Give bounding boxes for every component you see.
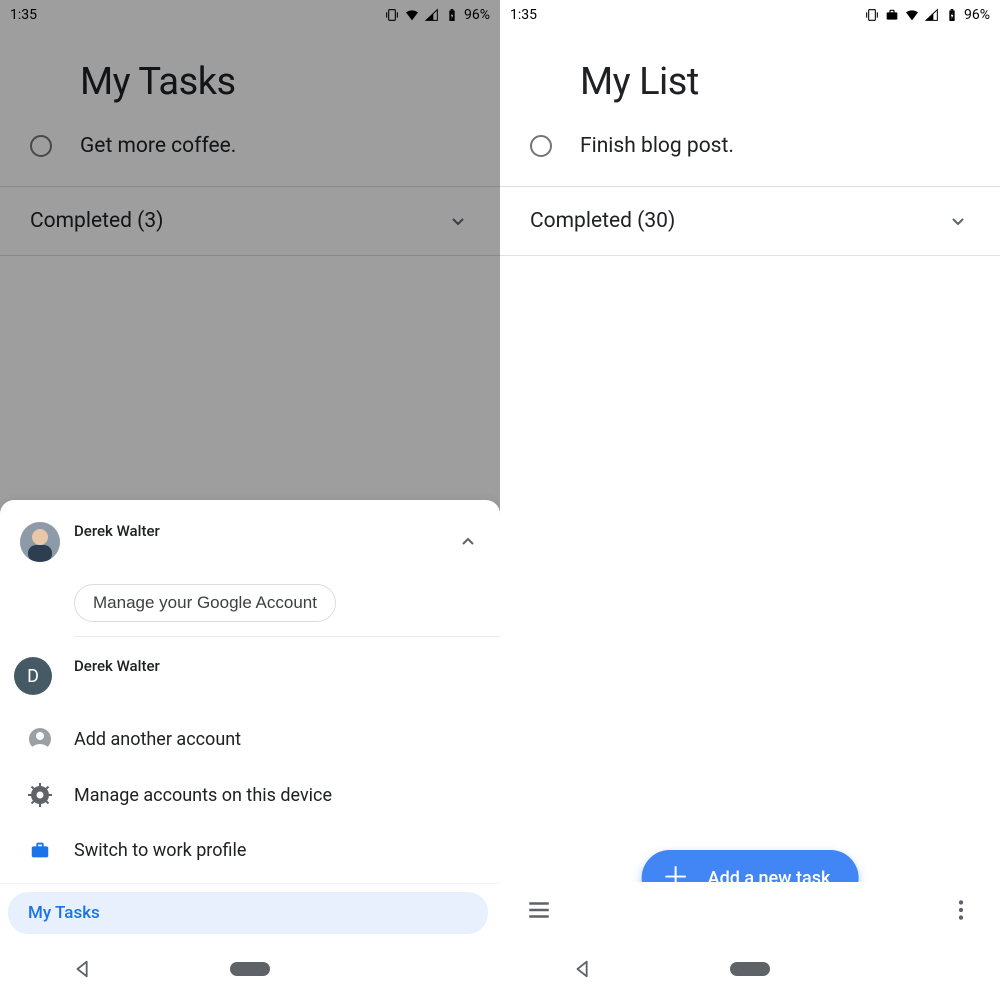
battery-icon — [944, 7, 960, 23]
completed-section-header[interactable]: Completed (30) — [500, 187, 1000, 255]
statusbar-battery-pct: 96% — [964, 7, 990, 23]
more-icon[interactable] — [948, 897, 974, 923]
menu-icon[interactable] — [526, 897, 552, 923]
primary-account-name: Derek Walter — [74, 522, 456, 540]
add-account-label: Add another account — [74, 729, 241, 750]
page-title: My List — [500, 30, 1000, 134]
primary-account-row[interactable]: Derek Walter — [0, 518, 500, 572]
manage-accounts-label: Manage accounts on this device — [74, 785, 332, 806]
switch-work-profile-row[interactable]: Switch to work profile — [0, 823, 500, 883]
statusbar-time: 1:35 — [510, 7, 537, 23]
android-nav-bar — [500, 938, 1000, 1000]
primary-account-email — [74, 543, 456, 560]
manage-accounts-row[interactable]: Manage accounts on this device — [0, 767, 500, 823]
nav-home-button[interactable] — [720, 962, 780, 976]
briefcase-icon — [884, 7, 900, 23]
bottom-app-bar — [500, 882, 1000, 938]
android-nav-bar — [0, 938, 500, 1000]
secondary-avatar: D — [14, 657, 52, 695]
vibrate-icon — [864, 7, 880, 23]
signal-icon — [924, 7, 940, 23]
right-pane: 1:35 96% My List Finish blog post. Compl… — [500, 0, 1000, 1000]
account-bottom-sheet: Derek Walter Manage your Google Account … — [0, 500, 500, 883]
gear-icon — [20, 783, 60, 807]
secondary-account-row[interactable]: D Derek Walter — [0, 637, 500, 711]
chevron-down-icon — [946, 209, 970, 233]
task-row[interactable]: Finish blog post. — [500, 134, 1000, 186]
person-icon — [20, 727, 60, 751]
divider — [500, 255, 1000, 256]
chevron-up-icon[interactable] — [456, 530, 480, 554]
nav-back-button[interactable] — [553, 958, 613, 980]
task-checkbox[interactable] — [530, 135, 552, 157]
manage-google-account-button[interactable]: Manage your Google Account — [74, 584, 336, 622]
primary-avatar — [20, 522, 60, 562]
briefcase-icon — [20, 839, 60, 861]
wifi-icon — [904, 7, 920, 23]
task-text: Finish blog post. — [580, 134, 734, 158]
list-chip-my-tasks[interactable]: My Tasks — [8, 892, 488, 934]
nav-home-button[interactable] — [220, 962, 280, 976]
secondary-account-email — [74, 678, 160, 695]
completed-label: Completed (30) — [530, 209, 675, 233]
status-bar: 1:35 96% — [500, 0, 1000, 30]
secondary-account-name: Derek Walter — [74, 657, 160, 675]
left-pane: 1:35 96% My Tasks Get more coffee. Compl… — [0, 0, 500, 1000]
nav-back-button[interactable] — [53, 958, 113, 980]
add-another-account-row[interactable]: Add another account — [0, 711, 500, 767]
switch-work-label: Switch to work profile — [74, 840, 246, 861]
list-switcher-bar: My Tasks — [0, 883, 500, 938]
